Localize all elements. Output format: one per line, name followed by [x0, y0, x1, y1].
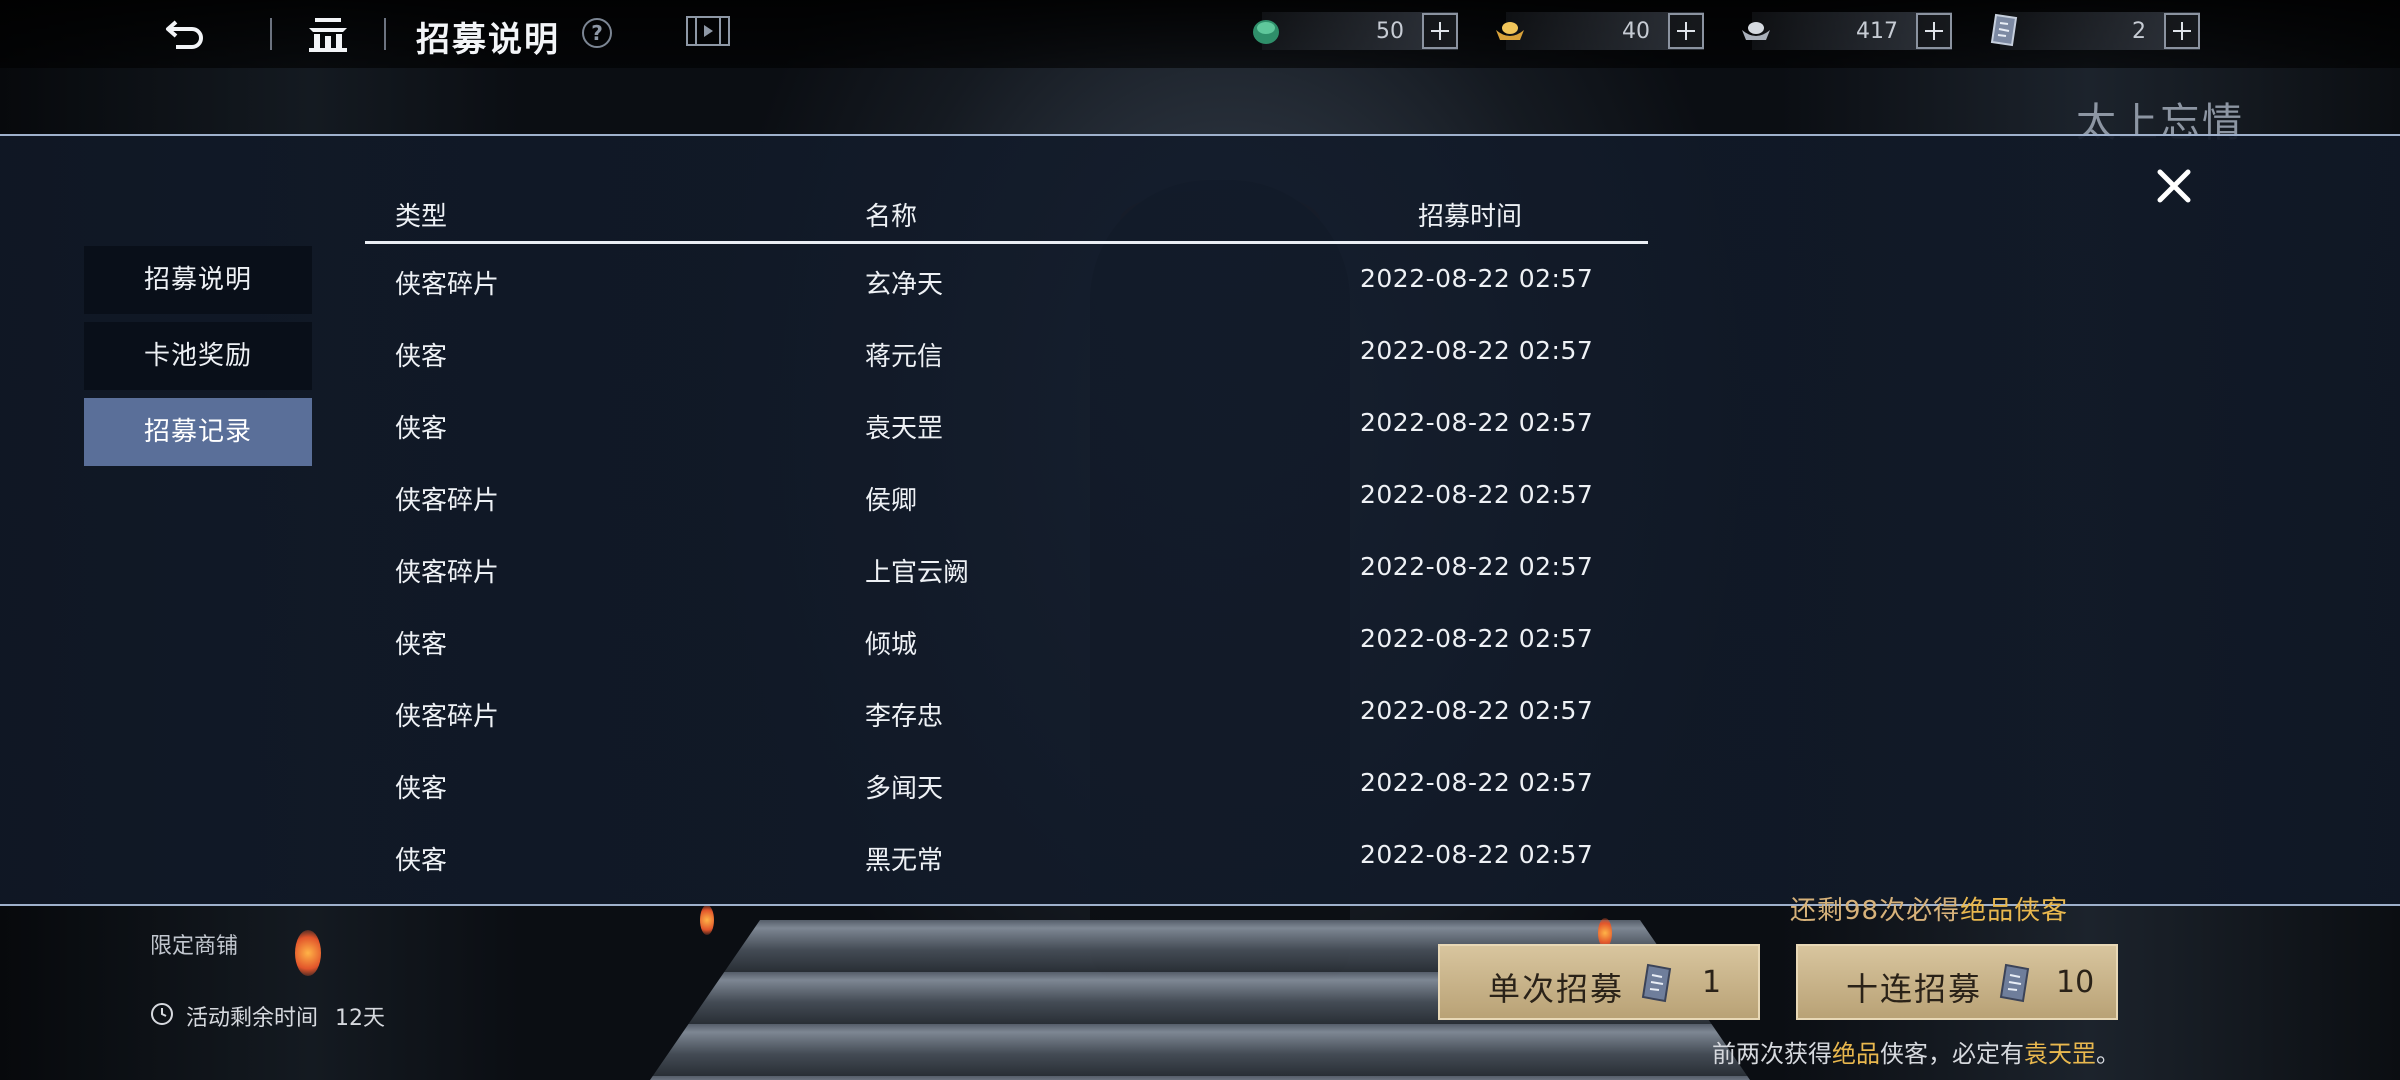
home-button[interactable] [303, 14, 353, 54]
record-name: 黑无常 [865, 846, 944, 872]
record-type: 侠客 [395, 414, 448, 444]
table-row: 侠客碎片 侯卿 2022-08-22 02:57 [365, 460, 1648, 532]
ten-pull-button[interactable]: 十连招募 10 [1796, 944, 2118, 1020]
limited-shop-label[interactable]: 限定商铺 [150, 928, 238, 960]
column-header-type: 类型 [395, 202, 448, 232]
back-button[interactable] [162, 14, 212, 54]
page-title: 招募说明 [416, 20, 560, 60]
currency-token: 2 [1990, 12, 2200, 50]
silver-ingot-icon [1742, 22, 1770, 40]
record-type: 侠客 [395, 774, 448, 804]
close-button[interactable] [2150, 162, 2198, 210]
help-icon[interactable]: ? [582, 18, 612, 48]
gold-ingot-icon [1496, 22, 1524, 40]
tip-text: 。 [2096, 1040, 2120, 1068]
record-name: 倾城 [865, 630, 918, 660]
table-row: 侠客 倾城 2022-08-22 02:57 [365, 604, 1648, 676]
table-body-scroll[interactable]: 侠客碎片 玄净天 2022-08-22 02:57 侠客 蒋元信 2022-08-22 0… [365, 244, 1648, 872]
record-type: 侠客碎片 [395, 702, 500, 732]
record-name: 袁天罡 [865, 414, 944, 444]
currency-value: 50 [1376, 19, 1404, 44]
top-bar: 招募说明 ? 50 40 417 2 [0, 0, 2400, 68]
pavilion-icon [309, 18, 347, 52]
currency-value: 417 [1856, 19, 1898, 44]
recruit-token-icon [1990, 13, 2018, 47]
recruit-token-icon [1999, 963, 2030, 1003]
pity-notice: 还剩98次必得绝品侠客 [1790, 890, 2068, 927]
record-time: 2022-08-22 02:57 [1360, 624, 1594, 653]
tip-text: 侠客，必定有 [1880, 1040, 2024, 1068]
recruit-record-modal: 招募说明 卡池奖励 招募记录 类型 名称 招募时间 侠客碎片 玄净天 2022-08… [0, 134, 2400, 906]
record-time: 2022-08-22 02:57 [1360, 480, 1594, 509]
jade-icon [1253, 20, 1279, 44]
side-tab-list: 招募说明 卡池奖励 招募记录 [84, 246, 312, 474]
record-type: 侠客 [395, 630, 448, 660]
single-pull-label: 单次招募 [1488, 970, 1625, 1008]
add-silver-button[interactable] [1916, 13, 1952, 49]
clock-icon [151, 1003, 173, 1025]
table-row: 侠客碎片 上官云阙 2022-08-22 02:57 [365, 532, 1648, 604]
record-name: 玄净天 [865, 270, 944, 300]
ten-pull-label: 十连招募 [1846, 970, 1983, 1008]
record-name: 侯卿 [865, 486, 918, 516]
tip-highlight: 绝品 [1832, 1040, 1880, 1068]
single-pull-button[interactable]: 单次招募 1 [1438, 944, 1760, 1020]
divider [270, 18, 272, 50]
column-header-name: 名称 [865, 202, 918, 232]
currency-jade: 50 [1253, 12, 1458, 50]
torch-flame [295, 930, 321, 976]
add-token-button[interactable] [2164, 13, 2200, 49]
pity-notice-text: 还剩98次必得 [1790, 896, 1961, 926]
record-type: 侠客 [395, 342, 448, 372]
tab-recruit-info[interactable]: 招募说明 [84, 246, 312, 314]
tip-highlight: 袁天罡 [2024, 1040, 2096, 1068]
table-row: 侠客 黑无常 2022-08-22 02:57 [365, 820, 1648, 872]
currency-value: 2 [2132, 19, 2146, 44]
record-type: 侠客碎片 [395, 558, 500, 588]
record-time: 2022-08-22 02:57 [1360, 768, 1594, 797]
record-time: 2022-08-22 02:57 [1360, 264, 1594, 293]
record-name: 上官云阙 [865, 558, 970, 588]
table-row: 侠客 蒋元信 2022-08-22 02:57 [365, 316, 1648, 388]
record-time: 2022-08-22 02:57 [1360, 552, 1594, 581]
record-type: 侠客 [395, 846, 448, 872]
record-time: 2022-08-22 02:57 [1360, 696, 1594, 725]
tab-recruit-record[interactable]: 招募记录 [84, 398, 312, 466]
divider [384, 18, 386, 50]
activity-timer: 活动剩余时间 12天 [186, 1000, 385, 1032]
film-replay-icon[interactable] [686, 16, 730, 46]
back-arrow-icon [166, 20, 203, 49]
pity-notice-highlight: 绝品侠客 [1960, 896, 2069, 926]
tip-text: 前两次获得 [1712, 1040, 1832, 1068]
currency-silver: 417 [1742, 12, 1952, 50]
currency-gold: 40 [1496, 12, 1704, 50]
record-time: 2022-08-22 02:57 [1360, 840, 1594, 869]
record-name: 蒋元信 [865, 342, 944, 372]
record-name: 多闻天 [865, 774, 944, 804]
ten-pull-cost: 10 [2056, 965, 2095, 1000]
single-pull-cost: 1 [1702, 965, 1722, 1000]
currency-value: 40 [1622, 19, 1650, 44]
tab-pool-rewards[interactable]: 卡池奖励 [84, 322, 312, 390]
record-type: 侠客碎片 [395, 270, 500, 300]
table-header: 类型 名称 招募时间 [365, 186, 1648, 244]
recruit-token-icon [1641, 963, 1672, 1003]
table-row: 侠客碎片 李存忠 2022-08-22 02:57 [365, 676, 1648, 748]
record-type: 侠客碎片 [395, 486, 500, 516]
record-table: 类型 名称 招募时间 侠客碎片 玄净天 2022-08-22 02:57 侠客 蒋元信 2… [365, 186, 1648, 872]
activity-value: 12天 [335, 1006, 386, 1031]
record-time: 2022-08-22 02:57 [1360, 408, 1594, 437]
record-name: 李存忠 [865, 702, 944, 732]
close-icon [2157, 169, 2191, 203]
guarantee-tip: 前两次获得绝品侠客，必定有袁天罡。 [1712, 1034, 2120, 1069]
table-row: 侠客碎片 玄净天 2022-08-22 02:57 [365, 244, 1648, 316]
column-header-time: 招募时间 [1418, 202, 1523, 232]
add-jade-button[interactable] [1422, 13, 1458, 49]
table-row: 侠客 袁天罡 2022-08-22 02:57 [365, 388, 1648, 460]
record-time: 2022-08-22 02:57 [1360, 336, 1594, 365]
add-gold-button[interactable] [1668, 13, 1704, 49]
activity-label: 活动剩余时间 [186, 1006, 319, 1031]
table-row: 侠客 多闻天 2022-08-22 02:57 [365, 748, 1648, 820]
torch-flame [700, 905, 714, 935]
